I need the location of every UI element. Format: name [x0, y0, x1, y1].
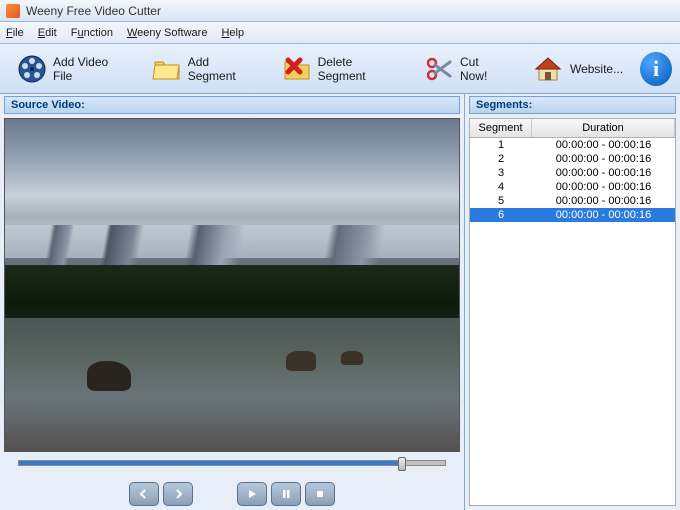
- delete-segment-button[interactable]: Delete Segment: [273, 48, 407, 90]
- table-row[interactable]: 100:00:00 - 00:00:16: [470, 138, 675, 152]
- playback-controls: [4, 482, 460, 506]
- table-row[interactable]: 400:00:00 - 00:00:16: [470, 180, 675, 194]
- pause-button[interactable]: [271, 482, 301, 506]
- segments-table-header: Segment Duration: [470, 119, 675, 138]
- delete-segment-label: Delete Segment: [318, 55, 398, 83]
- info-button[interactable]: i: [640, 52, 672, 86]
- menu-function[interactable]: Function: [71, 27, 113, 39]
- titlebar: Weeny Free Video Cutter: [0, 0, 680, 22]
- info-icon: i: [653, 56, 659, 82]
- segment-duration-cell: 00:00:00 - 00:00:16: [532, 180, 675, 194]
- source-video-header: Source Video:: [4, 96, 460, 114]
- segments-header: Segments:: [469, 96, 676, 114]
- menu-file[interactable]: File: [6, 27, 24, 39]
- segment-duration-cell: 00:00:00 - 00:00:16: [532, 208, 675, 222]
- add-video-file-label: Add Video File: [53, 55, 126, 83]
- stop-button[interactable]: [305, 482, 335, 506]
- segment-id-cell: 6: [470, 208, 532, 222]
- add-video-file-button[interactable]: Add Video File: [8, 48, 135, 90]
- segment-duration-cell: 00:00:00 - 00:00:16: [532, 152, 675, 166]
- segment-duration-cell: 00:00:00 - 00:00:16: [532, 138, 675, 152]
- delete-x-icon: [282, 53, 312, 85]
- play-button[interactable]: [237, 482, 267, 506]
- segment-id-cell: 4: [470, 180, 532, 194]
- video-rock: [341, 351, 363, 365]
- video-water: [5, 318, 459, 451]
- cut-now-button[interactable]: Cut Now!: [415, 48, 515, 90]
- menu-help[interactable]: Help: [221, 27, 244, 39]
- add-segment-button[interactable]: Add Segment: [143, 48, 265, 90]
- video-rock: [286, 351, 316, 371]
- content-area: Source Video:: [0, 94, 680, 510]
- segment-id-cell: 3: [470, 166, 532, 180]
- timeline-track[interactable]: [18, 460, 446, 466]
- segment-id-cell: 1: [470, 138, 532, 152]
- add-segment-label: Add Segment: [188, 55, 256, 83]
- table-row[interactable]: 600:00:00 - 00:00:16: [470, 208, 675, 222]
- toolbar: Add Video File Add Segment Delete Segmen…: [0, 44, 680, 94]
- source-video-panel: Source Video:: [0, 94, 465, 510]
- cut-now-label: Cut Now!: [460, 55, 506, 83]
- app-icon: [6, 4, 20, 18]
- menubar: File Edit Function Weeny Software Help: [0, 22, 680, 44]
- timeline: [4, 460, 460, 474]
- table-row[interactable]: 300:00:00 - 00:00:16: [470, 166, 675, 180]
- video-preview[interactable]: [4, 118, 460, 452]
- segment-id-cell: 2: [470, 152, 532, 166]
- table-row[interactable]: 500:00:00 - 00:00:16: [470, 194, 675, 208]
- segment-id-cell: 5: [470, 194, 532, 208]
- website-button[interactable]: Website...: [523, 48, 632, 90]
- folder-icon: [152, 53, 182, 85]
- segment-duration-cell: 00:00:00 - 00:00:16: [532, 194, 675, 208]
- segment-column-header[interactable]: Segment: [470, 119, 532, 137]
- seek-back-button[interactable]: [129, 482, 159, 506]
- scissors-icon: [424, 53, 454, 85]
- video-rock: [87, 361, 131, 391]
- film-reel-icon: [17, 53, 47, 85]
- duration-column-header[interactable]: Duration: [532, 119, 675, 137]
- seek-forward-button[interactable]: [163, 482, 193, 506]
- website-label: Website...: [570, 62, 623, 76]
- menu-edit[interactable]: Edit: [38, 27, 57, 39]
- menu-weeny-software[interactable]: Weeny Software: [127, 27, 208, 39]
- app-title: Weeny Free Video Cutter: [26, 4, 161, 18]
- segment-duration-cell: 00:00:00 - 00:00:16: [532, 166, 675, 180]
- table-row[interactable]: 200:00:00 - 00:00:16: [470, 152, 675, 166]
- timeline-handle[interactable]: [398, 457, 406, 471]
- house-icon: [532, 53, 564, 85]
- segments-table: Segment Duration 100:00:00 - 00:00:16200…: [469, 118, 676, 506]
- segments-panel: Segments: Segment Duration 100:00:00 - 0…: [465, 94, 680, 510]
